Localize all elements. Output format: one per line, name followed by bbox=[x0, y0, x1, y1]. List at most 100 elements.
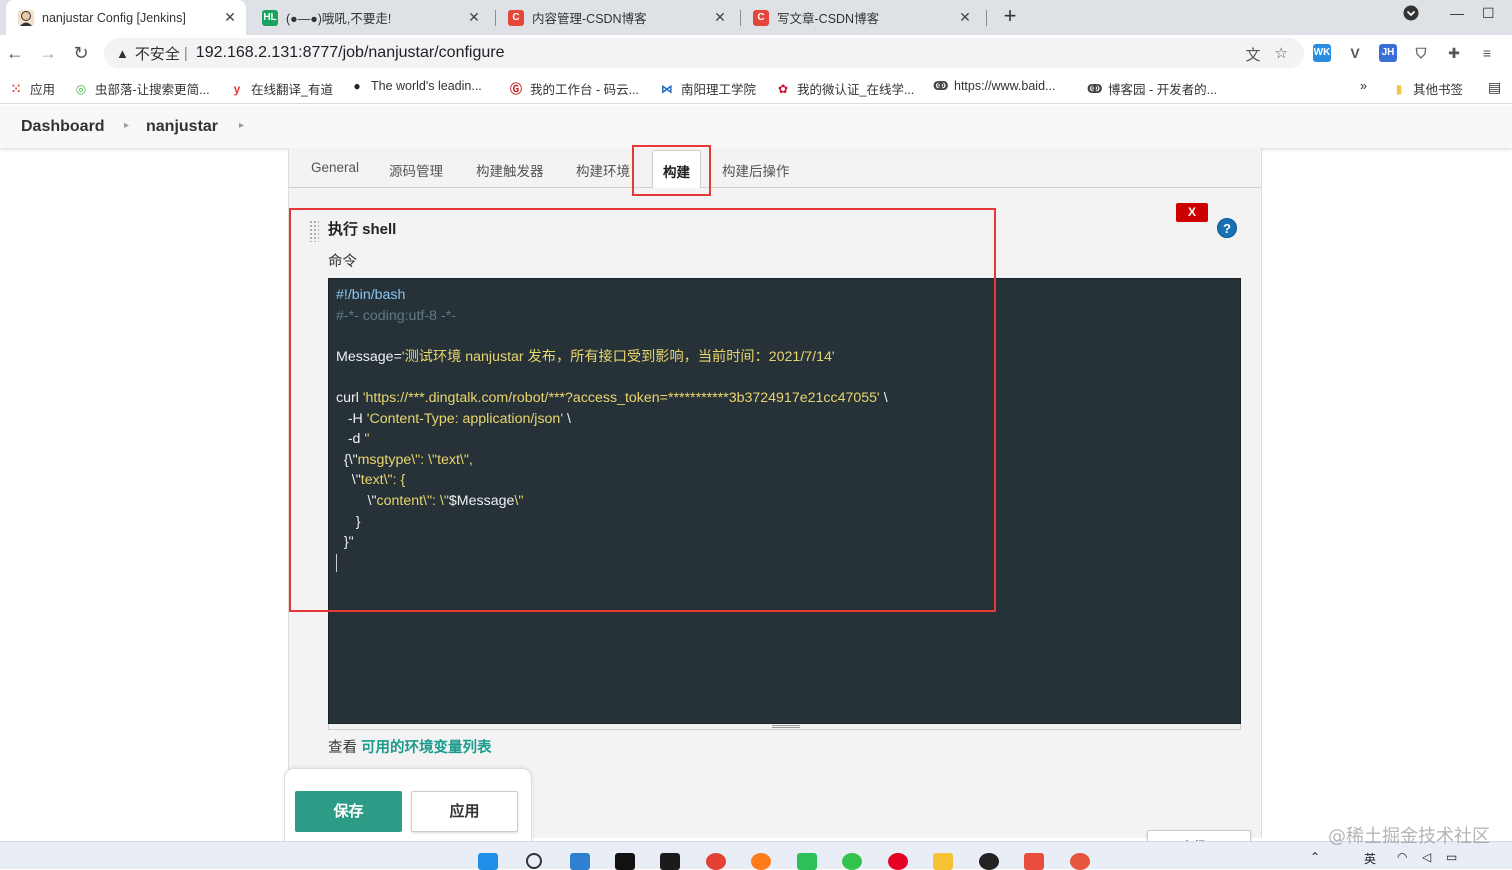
shell-code[interactable]: #!/bin/bash #-*- coding:utf-8 -*- Message… bbox=[336, 285, 888, 573]
url-text[interactable]: 192.168.2.131:8777/job/nanjustar/configu… bbox=[196, 44, 505, 62]
close-tab-icon[interactable]: ✕ bbox=[712, 9, 728, 26]
browser-tab-jenkins-config[interactable]: nanjustar Config [Jenkins] ✕ bbox=[6, 0, 246, 35]
jenkins-butler-icon bbox=[18, 9, 34, 26]
shield-icon[interactable]: ⛉ bbox=[1412, 44, 1430, 62]
tab-build-environment[interactable]: 构建环境 bbox=[576, 160, 630, 180]
wifi-icon[interactable]: ◠ bbox=[1397, 850, 1407, 864]
qq-icon[interactable] bbox=[979, 853, 999, 870]
reload-icon[interactable]: ↻ bbox=[70, 42, 92, 64]
bookmark-label: 虫部落-让搜索更简... bbox=[95, 83, 210, 97]
code-token: Message= bbox=[336, 348, 402, 365]
extensions-puzzle-icon[interactable]: ✚ bbox=[1445, 44, 1463, 62]
bookmark-chongbuluo[interactable]: ◎ 虫部落-让搜索更简... bbox=[74, 79, 210, 98]
reading-mode-icon[interactable]: ▤ bbox=[1488, 79, 1501, 96]
extension-jh-icon[interactable]: JH bbox=[1379, 44, 1397, 62]
help-icon[interactable]: ? bbox=[1217, 218, 1237, 238]
browser-tab-csdn-content[interactable]: C 内容管理-CSDN博客 ✕ bbox=[496, 0, 736, 35]
bookmark-huawei[interactable]: ✿ 我的微认证_在线学... bbox=[776, 79, 914, 98]
code-token: #-*- coding:utf-8 -*- bbox=[336, 307, 456, 324]
bookmarks-overflow-button[interactable]: » bbox=[1360, 79, 1367, 93]
env-vars-link[interactable]: 可用的环境变量列表 bbox=[361, 740, 492, 756]
bookmark-github[interactable]: ● The world's leadin... bbox=[350, 79, 482, 93]
intellij-icon[interactable] bbox=[615, 853, 635, 870]
snail-app-icon[interactable] bbox=[1070, 853, 1090, 870]
maximize-icon[interactable]: ☐ bbox=[1482, 5, 1495, 22]
firefox-icon[interactable] bbox=[751, 853, 771, 870]
profile-dropdown-icon[interactable] bbox=[1403, 5, 1419, 24]
code-line: curl 'https://***.dingtalk.com/robot/***… bbox=[336, 388, 888, 409]
bookmark-nyist[interactable]: ⋈ 南阳理工学院 bbox=[660, 79, 756, 98]
bookmark-star-icon[interactable]: ☆ bbox=[1275, 44, 1288, 65]
tab-general[interactable]: General bbox=[311, 160, 359, 175]
save-button[interactable]: 保存 bbox=[295, 791, 402, 832]
close-tab-icon[interactable]: ✕ bbox=[466, 9, 482, 26]
reading-list-icon[interactable]: ≡ bbox=[1478, 44, 1496, 62]
code-token: #!/bin/bash bbox=[336, 287, 406, 303]
youdao-icon: y bbox=[233, 81, 241, 96]
code-line: -H 'Content-Type: application/json' \ bbox=[336, 409, 888, 430]
task-view-icon[interactable] bbox=[570, 853, 590, 870]
chevron-right-icon[interactable]: ▸ bbox=[124, 120, 129, 131]
tab-build-triggers[interactable]: 构建触发器 bbox=[476, 160, 544, 180]
bookmark-apps[interactable]: ⁙ 应用 bbox=[9, 79, 55, 98]
bookmark-gitee[interactable]: Ⓖ 我的工作台 - 码云... bbox=[509, 79, 639, 98]
breadcrumb-dashboard[interactable]: Dashboard bbox=[21, 118, 105, 136]
bookmark-youdao[interactable]: y 在线翻译_有道 bbox=[230, 79, 333, 98]
recorder-icon[interactable] bbox=[1024, 853, 1044, 870]
battery-icon[interactable]: ▭ bbox=[1446, 850, 1457, 864]
windows-taskbar: ⌃ 英 ◠ ◁ ▭ bbox=[0, 841, 1512, 870]
forward-arrow-icon[interactable]: → bbox=[37, 42, 59, 64]
minimize-icon[interactable]: — bbox=[1450, 5, 1464, 21]
close-tab-icon[interactable]: ✕ bbox=[222, 9, 238, 26]
bookmark-label: The world's leadin... bbox=[371, 79, 482, 93]
tab-scm[interactable]: 源码管理 bbox=[389, 160, 443, 180]
code-line: {\"msgtype\": \"text\", bbox=[336, 450, 888, 471]
search-icon[interactable] bbox=[526, 853, 542, 869]
close-tab-icon[interactable]: ✕ bbox=[957, 9, 973, 26]
input-language-indicator[interactable]: 英 bbox=[1364, 850, 1376, 867]
code-token: -d bbox=[336, 431, 365, 448]
translate-icon[interactable]: ⽂ bbox=[1246, 44, 1261, 65]
address-bar[interactable]: ▲ 不安全 | 192.168.2.131:8777/job/nanjustar… bbox=[104, 38, 1304, 68]
apply-button[interactable]: 应用 bbox=[411, 791, 518, 832]
chevron-right-icon[interactable]: ▸ bbox=[239, 120, 244, 131]
back-arrow-icon[interactable]: ← bbox=[4, 42, 26, 64]
nyist-icon: ⋈ bbox=[661, 81, 673, 96]
github-icon: ● bbox=[353, 79, 361, 93]
volume-icon[interactable]: ◁ bbox=[1422, 850, 1431, 864]
code-token: \ bbox=[879, 389, 888, 406]
bookmark-other[interactable]: ▮ 其他书签 bbox=[1392, 79, 1463, 98]
code-token: 'https://***.dingtalk.com/robot/***?acce… bbox=[362, 389, 880, 406]
tray-chevron-icon[interactable]: ⌃ bbox=[1310, 850, 1320, 864]
browser-tab-hl[interactable]: HL (●—●)哦吼,不要走! ✕ bbox=[250, 0, 490, 35]
extension-vue-icon[interactable]: V bbox=[1346, 44, 1364, 62]
windows-start-icon[interactable] bbox=[478, 853, 498, 870]
text-cursor bbox=[336, 553, 888, 574]
browser-tab-csdn-write[interactable]: C 写文章-CSDN博客 ✕ bbox=[741, 0, 981, 35]
wechat-icon[interactable] bbox=[842, 853, 862, 870]
webstorm-icon[interactable] bbox=[660, 853, 680, 870]
env-link-prefix: 查看 bbox=[328, 740, 362, 756]
code-token: $Message bbox=[448, 492, 515, 509]
code-token: '测试环境 nanjustar 发布，所有接口受到影响，当前时间：2021/7/… bbox=[401, 348, 835, 365]
chrome-icon[interactable] bbox=[706, 853, 726, 870]
extension-wk-icon[interactable]: WK bbox=[1313, 44, 1331, 62]
media-player-icon[interactable] bbox=[797, 853, 817, 870]
folder-icon: ▮ bbox=[1395, 81, 1403, 96]
browser-tab-title: (●—●)哦吼,不要走! bbox=[286, 12, 392, 26]
tab-post-build[interactable]: 构建后操作 bbox=[722, 160, 790, 180]
breadcrumb-job[interactable]: nanjustar bbox=[146, 118, 218, 136]
bookmark-cnblogs[interactable]: ↂ 博客园 - 开发者的... bbox=[1087, 79, 1217, 98]
code-token: }" bbox=[336, 534, 354, 551]
new-tab-button[interactable]: + bbox=[998, 5, 1022, 29]
bookmark-baidu[interactable]: ↂ https://www.baid... bbox=[933, 79, 1055, 93]
drag-handle-icon[interactable] bbox=[309, 220, 319, 242]
tab-build[interactable]: 构建 bbox=[652, 150, 701, 188]
star-app-icon[interactable] bbox=[933, 853, 953, 870]
security-status-label[interactable]: 不安全 bbox=[135, 43, 180, 64]
editor-resize-handle[interactable] bbox=[328, 724, 1241, 730]
netease-music-icon[interactable] bbox=[888, 853, 908, 870]
shell-command-editor[interactable]: #!/bin/bash #-*- coding:utf-8 -*- Message… bbox=[328, 278, 1241, 724]
delete-step-button[interactable]: X bbox=[1176, 203, 1208, 222]
